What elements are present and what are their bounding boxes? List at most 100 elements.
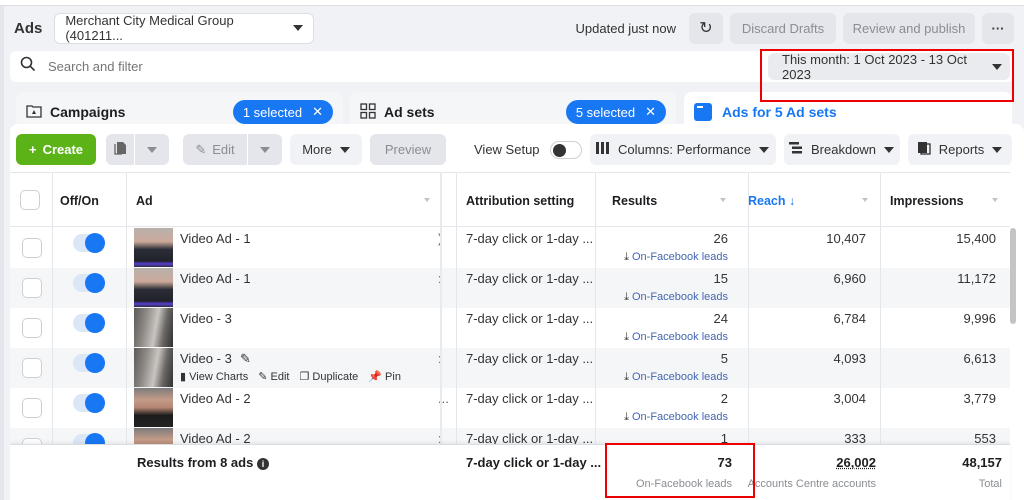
ad-name[interactable]: Video Ad - 1	[180, 271, 251, 286]
edit-link[interactable]: ✎ Edit	[258, 370, 289, 383]
pin-label: Pin	[385, 371, 401, 383]
row-checkbox[interactable]	[22, 278, 42, 298]
reach-cell: 3,004	[833, 391, 866, 406]
edit-label: Edit	[212, 142, 235, 157]
selected-badge[interactable]: 5 selected ✕	[565, 100, 666, 124]
summary-results-sub: On-Facebook leads	[636, 478, 732, 490]
more-options-button[interactable]: ···	[982, 12, 1014, 44]
row-checkbox[interactable]	[22, 318, 42, 338]
ad-on-off-toggle[interactable]	[73, 393, 105, 413]
ad-name[interactable]: Video - 3	[180, 311, 232, 326]
view-setup-toggle[interactable]	[549, 140, 582, 159]
ad-name[interactable]: Video - 3	[180, 351, 232, 366]
date-range-picker[interactable]: This month: 1 Oct 2023 - 13 Oct 2023	[768, 52, 1010, 82]
impressions-cell: 11,172	[957, 271, 996, 286]
summary-reach: 26,002 Accounts Centre accounts	[738, 455, 876, 490]
duplicate-link[interactable]: ❐ Duplicate	[299, 370, 358, 383]
pin-link[interactable]: 📌 Pin	[368, 370, 401, 383]
results-type-label: On-Facebook leads	[632, 331, 728, 343]
sort-icon	[720, 198, 726, 202]
results-type-label: On-Facebook leads	[632, 411, 728, 423]
account-selector[interactable]: Merchant City Medical Group (401211...	[54, 12, 315, 44]
header-ad-label: Ad	[136, 193, 153, 208]
duplicate-icon	[113, 141, 127, 158]
columns-button[interactable]: Columns: Performance	[589, 134, 776, 165]
attribution-cell: 7-day click or 1-day ...	[466, 271, 594, 286]
close-icon[interactable]: ✕	[312, 104, 323, 120]
close-icon[interactable]: ✕	[645, 104, 656, 120]
table-row[interactable]: Video - 3 ✎ ▮ View Charts ✎ Edit ❐ Duplic…	[10, 348, 1010, 388]
ad-on-off-toggle[interactable]	[73, 233, 105, 253]
more-label: More	[302, 142, 332, 157]
updated-status: Updated just now	[575, 20, 676, 36]
table-row[interactable]: Video Ad - 1)7-day click or 1-day ...26⤓…	[10, 228, 1010, 268]
view-setup-label: View Setup	[474, 142, 540, 157]
row-checkbox[interactable]	[22, 238, 42, 258]
table-row[interactable]: Video Ad - 2... 7-day click or 1-day ... 2…	[10, 388, 1010, 428]
impressions-cell: 6,613	[963, 351, 996, 366]
search-bar: This month: 1 Oct 2023 - 13 Oct 2023	[10, 51, 1014, 82]
row-checkbox[interactable]	[22, 398, 42, 418]
summary-label: Results from 8 ads i	[137, 455, 269, 470]
view-setup: View Setup	[474, 140, 582, 159]
preview-button[interactable]: Preview	[370, 134, 446, 165]
discard-drafts-button[interactable]: Discard Drafts	[730, 12, 836, 44]
refresh-button[interactable]: ↻	[689, 12, 723, 44]
attribution-cell: 7-day click or 1-day ...	[466, 351, 594, 366]
review-publish-button[interactable]: Review and publish	[843, 12, 975, 44]
ad-on-off-toggle[interactable]	[73, 313, 105, 333]
info-icon[interactable]: i	[256, 458, 269, 470]
edit-button[interactable]: ✎ Edit	[183, 134, 247, 165]
results-type[interactable]: ⤓ On-Facebook leads	[606, 371, 728, 384]
more-button[interactable]: More	[290, 134, 362, 165]
sort-icon	[992, 198, 998, 202]
results-type[interactable]: ⤓ On-Facebook leads	[606, 251, 728, 264]
reach-cell: 10,407	[826, 231, 866, 246]
ad-name[interactable]: Video Ad - 1	[180, 231, 251, 246]
ad-on-off-toggle[interactable]	[73, 273, 105, 293]
vertical-scrollbar[interactable]	[1010, 228, 1016, 324]
results-type[interactable]: ⤓ On-Facebook leads	[606, 331, 728, 344]
page-title: Ads	[14, 19, 43, 37]
results-type[interactable]: ⤓ On-Facebook leads	[606, 411, 728, 424]
header-ad[interactable]: Ad	[136, 173, 440, 228]
left-edge	[0, 6, 4, 500]
duplicate-button[interactable]	[106, 134, 134, 165]
pencil-icon[interactable]: ✎	[240, 351, 251, 367]
duplicate-menu-button[interactable]	[135, 134, 169, 165]
header-impressions[interactable]: Impressions	[890, 173, 1008, 228]
chevron-down-icon	[293, 25, 304, 31]
chevron-down-icon	[339, 146, 350, 153]
header-results[interactable]: Results	[612, 173, 736, 228]
results-type-label: On-Facebook leads	[632, 291, 728, 303]
attribution-cell: 7-day click or 1-day ...	[466, 391, 594, 406]
table-row[interactable]: Video - 3 7-day click or 1-day ... 24 ⤓ On-…	[10, 308, 1010, 348]
chevron-down-icon	[992, 146, 1003, 153]
header-reach[interactable]: Reach ↓	[748, 173, 878, 228]
chevron-down-icon	[884, 146, 895, 153]
view-charts-link[interactable]: ▮ View Charts	[180, 370, 248, 383]
selected-badge[interactable]: 1 selected ✕	[232, 100, 333, 124]
reports-button[interactable]: Reports	[907, 134, 1012, 165]
more-icon: ···	[991, 20, 1005, 36]
row-checkbox[interactable]	[22, 358, 42, 378]
ad-on-off-toggle[interactable]	[73, 353, 105, 373]
duplicate-label: Duplicate	[312, 371, 359, 383]
tab-label: Ads for 5 Ad sets	[722, 104, 837, 120]
create-button[interactable]: + Create	[16, 134, 96, 165]
ad-name[interactable]: Video Ad - 2	[180, 391, 251, 406]
tab-label: Ad sets	[384, 104, 435, 120]
table-row[interactable]: Video Ad - 1:7-day click or 1-day ...15⤓…	[10, 268, 1010, 308]
ad-thumbnail	[134, 388, 173, 427]
breakdown-button[interactable]: Breakdown	[783, 134, 900, 165]
search-input[interactable]	[48, 59, 648, 74]
grid-icon	[360, 102, 376, 122]
select-all-checkbox[interactable]	[20, 190, 40, 210]
header-attribution[interactable]: Attribution setting	[466, 173, 574, 228]
refresh-icon: ↻	[699, 20, 713, 37]
results-type[interactable]: ⤓ On-Facebook leads	[606, 291, 728, 304]
edit-menu-button[interactable]	[248, 134, 282, 165]
ads-table: Off/On Ad Attribution setting Results Re…	[10, 172, 1024, 500]
chevron-down-icon	[992, 63, 1002, 70]
results-value: 2	[720, 391, 728, 406]
